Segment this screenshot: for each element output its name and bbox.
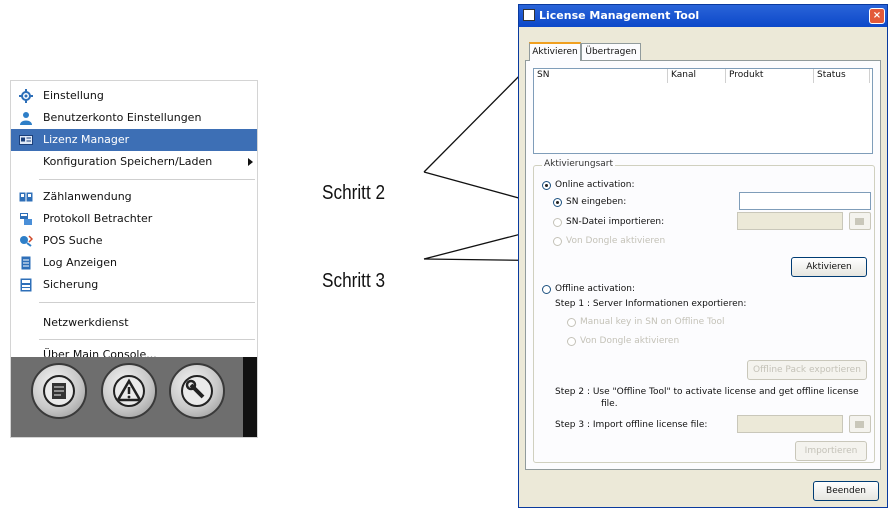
app-icon xyxy=(523,9,535,21)
license-list[interactable]: SN Kanal Produkt Status xyxy=(533,68,873,154)
column-header-sn[interactable]: SN xyxy=(534,69,668,83)
importieren-button[interactable]: Importieren xyxy=(795,441,867,461)
folder-icon xyxy=(855,218,864,225)
step2-label-cont: file. xyxy=(601,399,618,409)
folder-icon xyxy=(855,421,864,428)
step3-label: Step 3 : Import offline license file: xyxy=(555,420,708,430)
online-activation-radio[interactable] xyxy=(542,181,551,190)
offline-activation-label: Offline activation: xyxy=(555,284,635,294)
column-header-status[interactable]: Status xyxy=(814,69,870,83)
tab-uebertragen[interactable]: Übertragen xyxy=(581,43,641,61)
column-header-kanal[interactable]: Kanal xyxy=(668,69,726,83)
browse-license-button[interactable] xyxy=(849,415,871,433)
license-dialog: License Management Tool × Aktivieren Übe… xyxy=(518,4,888,508)
dialog-title: License Management Tool xyxy=(539,9,700,22)
dongle-radio[interactable] xyxy=(553,237,562,246)
tab-aktivieren[interactable]: Aktivieren xyxy=(529,42,581,61)
offline-activation-radio[interactable] xyxy=(542,285,551,294)
aktivieren-button[interactable]: Aktivieren xyxy=(791,257,867,277)
step2-label: Step 2 : Use "Offline Tool" to activate … xyxy=(555,387,859,397)
sn-input-radio[interactable] xyxy=(553,198,562,207)
column-header-produkt[interactable]: Produkt xyxy=(726,69,814,83)
beenden-button[interactable]: Beenden xyxy=(813,481,879,501)
browse-button[interactable] xyxy=(849,212,871,230)
license-file-field[interactable] xyxy=(737,415,843,433)
sn-input-field[interactable] xyxy=(739,192,871,210)
manual-key-label: Manual key in SN on Offline Tool xyxy=(580,317,725,327)
sn-file-radio[interactable] xyxy=(553,218,562,227)
online-activation-label: Online activation: xyxy=(555,180,635,190)
sn-file-field[interactable] xyxy=(737,212,843,230)
dongle-label: Von Dongle aktivieren xyxy=(566,236,666,246)
group-title: Aktivierungsart xyxy=(542,159,616,169)
offline-pack-button[interactable]: Offline Pack exportieren xyxy=(747,360,867,380)
manual-key-radio[interactable] xyxy=(567,318,576,327)
dongle-offline-radio[interactable] xyxy=(567,337,576,346)
dongle-offline-label: Von Dongle aktivieren xyxy=(580,336,680,346)
close-icon[interactable]: × xyxy=(869,8,885,24)
step1-label: Step 1 : Server Informationen exportiere… xyxy=(555,299,747,309)
sn-file-label: SN-Datei importieren: xyxy=(566,217,665,227)
title-bar[interactable]: License Management Tool × xyxy=(519,5,887,27)
sn-input-label: SN eingeben: xyxy=(566,197,627,207)
